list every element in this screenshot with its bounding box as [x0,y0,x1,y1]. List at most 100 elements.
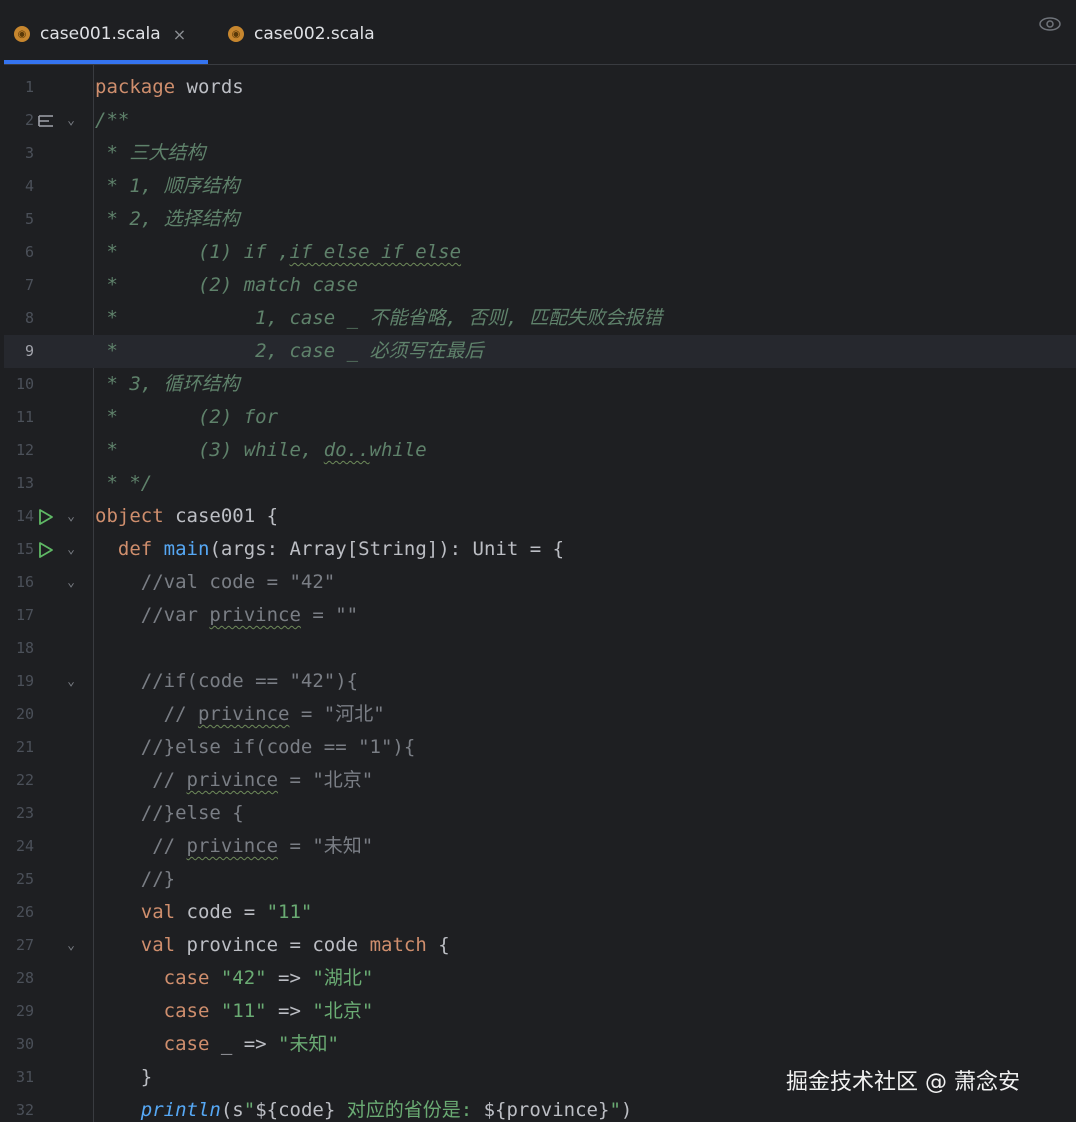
line-text: //val code = "42" [95,571,336,593]
close-icon[interactable]: × [173,25,186,44]
line-number: 13 [15,474,34,492]
line-number: 12 [15,441,34,459]
line-number: 30 [15,1035,34,1053]
code-line: 16 ⌄ //val code = "42" [4,566,1076,599]
line-text: * (1) if ,if else if else [95,241,462,263]
line-text: println(s"${code} 对应的省份是: ${province}") [140,1099,633,1121]
line-number: 8 [24,309,34,327]
line-text: //}else if(code == "1"){ [95,736,416,758]
line-text: * (2) for [95,406,279,428]
code-line: 17 //var privince = "" [4,599,1076,632]
line-number: 14 [15,507,34,525]
active-tab-indicator [4,60,208,64]
line-number: 17 [15,606,34,624]
watermark: 掘金技术社区 @ 萧念安 [786,1070,1020,1095]
line-text: // privince = "未知" [95,835,374,857]
line-number: 1 [24,78,34,96]
line-text: * 3, 循环结构 [95,373,240,395]
editor-window: ◉ case001.scala × ◉ case002.scala 1 pack… [4,4,1076,1122]
code-line: 25 //} [4,863,1076,896]
line-text: //} [95,868,176,890]
fold-chevron-icon[interactable]: ⌄ [64,533,78,566]
line-text: /** [95,109,130,131]
line-text: * (3) while, do..while [95,439,427,461]
line-text: } [95,1066,153,1088]
line-number: 20 [15,705,34,723]
code-line: 18 [4,632,1076,665]
run-icon[interactable] [36,533,56,566]
line-text: def main(args: Array[String]): Unit = { [117,538,565,560]
line-text: package words [95,76,244,98]
line-text: * */ [95,472,153,494]
code-line: 14 ⌄ object case001 { [4,500,1076,533]
run-icon[interactable] [36,500,56,533]
line-text: * 1, case _ 不能省略, 否则, 匹配失败会报错 [95,307,663,329]
line-number: 21 [15,738,34,756]
line-number: 4 [24,177,34,195]
code-line: 28 case "42" => "湖北" [4,962,1076,995]
code-line: 20 // privince = "河北" [4,698,1076,731]
code-line: 10 * 3, 循环结构 [4,368,1076,401]
code-line: 26 val code = "11" [4,896,1076,929]
line-text: case "42" => "湖北" [163,967,374,989]
code-line: 6 * (1) if ,if else if else [4,236,1076,269]
line-number: 11 [15,408,34,426]
line-number: 31 [15,1068,34,1086]
code-line: 30 case _ => "未知" [4,1028,1076,1061]
line-number: 5 [24,210,34,228]
line-number: 28 [15,969,34,987]
code-line: 22 // privince = "北京" [4,764,1076,797]
fold-chevron-icon[interactable]: ⌄ [64,104,78,137]
code-line: 13 * */ [4,467,1076,500]
code-line: 12 * (3) while, do..while [4,434,1076,467]
code-line: 15 ⌄ def main(args: Array[String]): Unit… [4,533,1076,566]
doc-render-icon[interactable] [36,104,56,137]
line-number: 6 [24,243,34,261]
tab-case001[interactable]: ◉ case001.scala × [14,4,214,64]
code-line-current: 9 * 2, case _ 必须写在最后 [4,335,1076,368]
code-line: 4 * 1, 顺序结构 [4,170,1076,203]
tab-case002[interactable]: ◉ case002.scala [228,4,375,64]
line-number: 15 [15,540,34,558]
tab-bar: ◉ case001.scala × ◉ case002.scala [4,4,1076,65]
line-number: 29 [15,1002,34,1020]
scala-file-icon: ◉ [14,26,30,42]
fold-chevron-icon[interactable]: ⌄ [64,929,78,962]
code-line: 32 println(s"${code} 对应的省份是: ${province}… [4,1094,1076,1122]
code-line: 7 * (2) match case [4,269,1076,302]
tab-label: case002.scala [254,24,375,44]
fold-chevron-icon[interactable]: ⌄ [64,665,78,698]
line-text: //}else { [95,802,244,824]
code-line: 1 package words [4,71,1076,104]
line-number: 3 [24,144,34,162]
line-number: 25 [15,870,34,888]
line-number: 26 [15,903,34,921]
eye-icon[interactable] [1038,16,1062,32]
code-line: 2 ⌄ /** [4,104,1076,137]
line-text: val province = code match { [140,934,450,956]
fold-chevron-icon[interactable]: ⌄ [64,566,78,599]
code-line: 19 ⌄ //if(code == "42"){ [4,665,1076,698]
code-line: 11 * (2) for [4,401,1076,434]
line-text: * (2) match case [95,274,359,296]
line-text: * 三大结构 [95,142,206,164]
line-number: 16 [15,573,34,591]
line-text: case "11" => "北京" [163,1000,374,1022]
code-line: 5 * 2, 选择结构 [4,203,1076,236]
line-text: // privince = "北京" [95,769,374,791]
line-number: 18 [15,639,34,657]
code-editor[interactable]: 1 package words 2 ⌄ /** 3 * 三大结构 4 * 1, … [4,65,1076,1122]
code-line: 21 //}else if(code == "1"){ [4,731,1076,764]
line-number: 2 [24,111,34,129]
code-line: 24 // privince = "未知" [4,830,1076,863]
fold-chevron-icon[interactable]: ⌄ [64,500,78,533]
line-number: 27 [15,936,34,954]
line-text: * 1, 顺序结构 [95,175,240,197]
line-text: //var privince = "" [95,604,359,626]
line-number: 22 [15,771,34,789]
line-text: // privince = "河北" [95,703,385,725]
line-text: case _ => "未知" [163,1033,339,1055]
code-line: 27 ⌄ val province = code match { [4,929,1076,962]
line-number: 9 [24,342,34,360]
line-text: val code = "11" [140,901,313,923]
